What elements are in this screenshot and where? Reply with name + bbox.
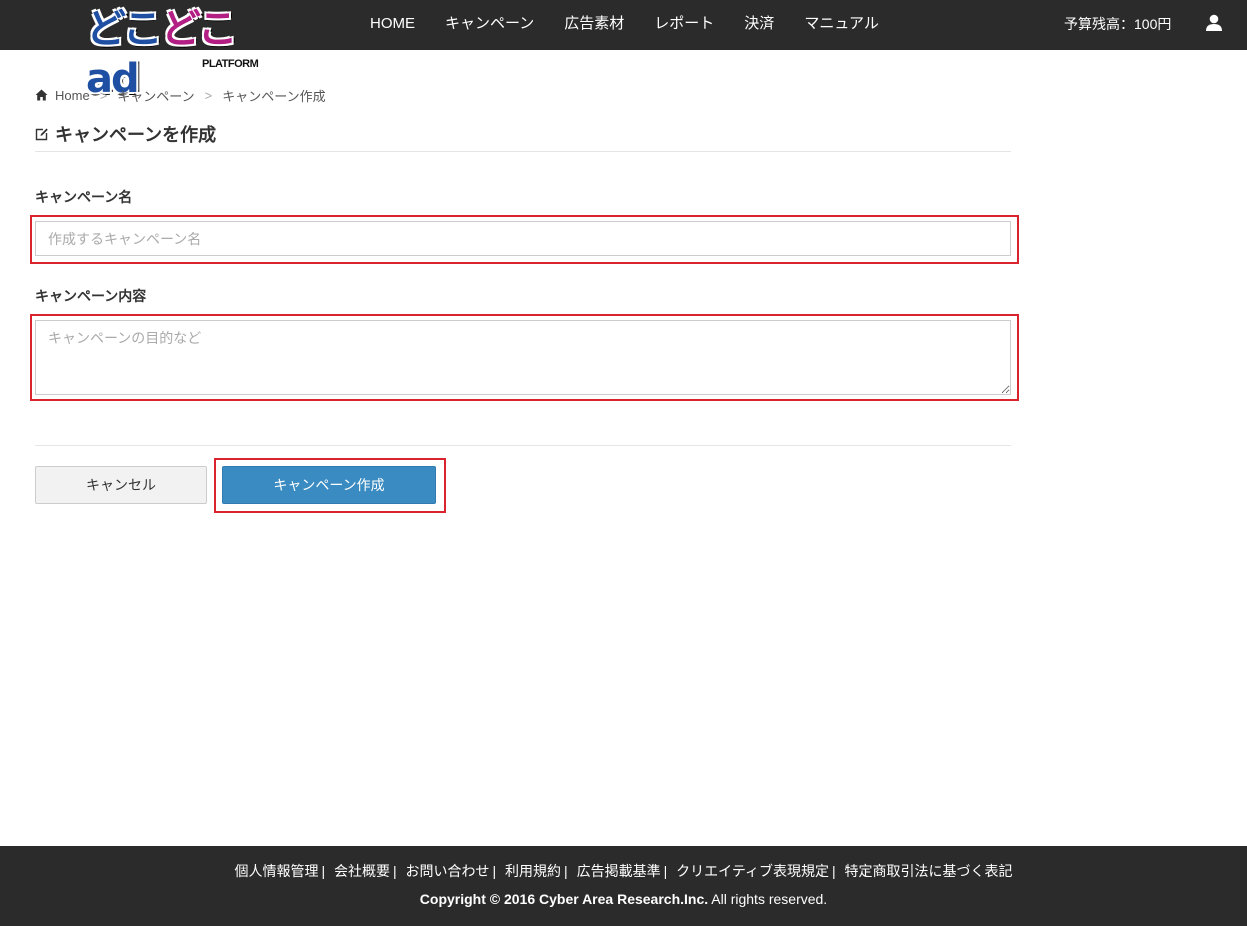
edit-icon	[35, 128, 48, 141]
footer-links: 個人情報管理 | 会社概要 | お問い合わせ | 利用規約 | 広告掲載基準 | クリエイ…	[0, 861, 1247, 881]
main-nav: HOME キャンペーン 広告素材 レポート 決済 マニュアル	[355, 0, 894, 48]
footer-link-terms[interactable]: 利用規約	[505, 863, 561, 879]
create-campaign-button[interactable]: キャンペーン作成	[222, 466, 436, 504]
footer-link-privacy[interactable]: 個人情報管理	[234, 863, 318, 879]
title-divider	[35, 151, 1011, 152]
cancel-button[interactable]: キャンセル	[35, 466, 207, 504]
nav-creatives[interactable]: 広告素材	[549, 0, 639, 48]
copyright-holder: Copyright © 2016 Cyber Area Research.Inc…	[419, 891, 709, 907]
breadcrumb-home[interactable]: Home	[55, 88, 90, 103]
campaign-description-label: キャンペーン内容	[35, 288, 147, 304]
campaign-name-input[interactable]	[35, 221, 1011, 256]
nav-payment[interactable]: 決済	[729, 0, 789, 48]
campaign-description-textarea[interactable]	[35, 320, 1011, 395]
budget-balance: 予算残高：100円	[1064, 16, 1172, 32]
footer	[0, 846, 1247, 926]
breadcrumb-separator: >	[204, 87, 213, 103]
nav-report[interactable]: レポート	[639, 0, 729, 48]
page-title: キャンペーンを作成	[35, 121, 216, 147]
home-icon	[35, 89, 48, 101]
nav-campaign[interactable]: キャンペーン	[430, 0, 549, 48]
form-divider	[35, 445, 1011, 446]
copyright: Copyright © 2016 Cyber Area Research.Inc…	[0, 891, 1247, 907]
site-logo[interactable]: どこどこad PLATFORM	[86, 4, 259, 102]
footer-link-contact[interactable]: お問い合わせ	[406, 863, 490, 879]
footer-separator: |	[564, 863, 568, 879]
breadcrumb-campaign[interactable]: キャンペーン	[117, 86, 194, 105]
footer-separator: |	[321, 863, 326, 879]
footer-separator: |	[392, 863, 397, 879]
page-title-text: キャンペーンを作成	[55, 125, 217, 145]
footer-link-ad-standards[interactable]: 広告掲載基準	[577, 863, 661, 879]
footer-link-commercial-law[interactable]: 特定商取引法に基づく表記	[845, 863, 1013, 879]
logo-subtitle: PLATFORM	[202, 58, 259, 70]
user-icon[interactable]	[1205, 14, 1223, 32]
footer-separator: |	[663, 863, 668, 879]
nav-home[interactable]: HOME	[355, 0, 430, 48]
footer-separator: |	[492, 863, 497, 879]
campaign-name-label: キャンペーン名	[35, 189, 133, 205]
footer-link-creative-rules[interactable]: クリエイティブ表現規定	[676, 863, 829, 879]
breadcrumb-current: キャンペーン作成	[222, 88, 326, 104]
breadcrumb-separator: >	[99, 87, 108, 103]
nav-manual[interactable]: マニュアル	[789, 0, 894, 48]
footer-separator: |	[832, 863, 836, 879]
footer-link-company[interactable]: 会社概要	[334, 863, 390, 879]
breadcrumb: Home > キャンペーン > キャンペーン作成	[35, 86, 326, 104]
copyright-rights: All rights reserved.	[711, 891, 828, 907]
